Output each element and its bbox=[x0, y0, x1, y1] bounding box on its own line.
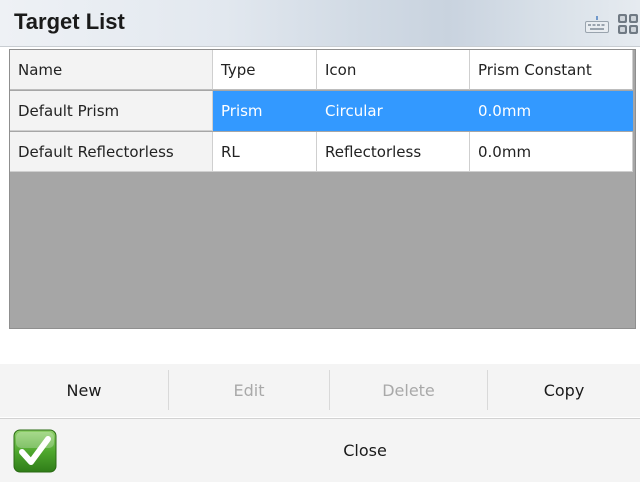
new-button[interactable]: New bbox=[0, 364, 168, 417]
action-button-bar: New Edit Delete Copy bbox=[0, 364, 640, 417]
copy-button[interactable]: Copy bbox=[488, 364, 640, 417]
column-header-icon[interactable]: Icon bbox=[317, 50, 470, 90]
row-icon-cell[interactable]: Reflectorless bbox=[317, 132, 470, 172]
row-prism-constant-cell[interactable]: 0.0mm bbox=[470, 132, 633, 172]
table-row[interactable]: Default Reflectorless RL Reflectorless 0… bbox=[10, 132, 633, 172]
close-bar: Close bbox=[0, 418, 640, 482]
row-name-cell[interactable]: Default Prism bbox=[10, 91, 213, 131]
target-table: Name Type Icon Prism Constant Default Pr… bbox=[9, 49, 636, 329]
edit-button[interactable]: Edit bbox=[169, 364, 329, 417]
keyboard-icon[interactable] bbox=[585, 16, 609, 33]
column-header-prism-constant[interactable]: Prism Constant bbox=[470, 50, 633, 90]
row-icon-cell[interactable]: Circular bbox=[317, 91, 470, 131]
window-title: Target List bbox=[14, 9, 125, 34]
row-prism-constant-cell[interactable]: 0.0mm bbox=[470, 91, 633, 131]
close-button[interactable]: Close bbox=[90, 419, 640, 482]
column-header-name[interactable]: Name bbox=[10, 50, 213, 90]
grid-menu-icon[interactable] bbox=[617, 13, 639, 35]
check-icon[interactable] bbox=[13, 429, 57, 473]
row-type-cell[interactable]: Prism bbox=[213, 91, 317, 131]
row-type-cell[interactable]: RL bbox=[213, 132, 317, 172]
table-row[interactable]: Default Prism Prism Circular 0.0mm bbox=[10, 91, 633, 131]
column-header-type[interactable]: Type bbox=[213, 50, 317, 90]
delete-button[interactable]: Delete bbox=[330, 364, 487, 417]
row-name-cell[interactable]: Default Reflectorless bbox=[10, 132, 213, 172]
title-bar: Target List bbox=[0, 0, 640, 47]
table-header: Name Type Icon Prism Constant bbox=[10, 50, 633, 90]
